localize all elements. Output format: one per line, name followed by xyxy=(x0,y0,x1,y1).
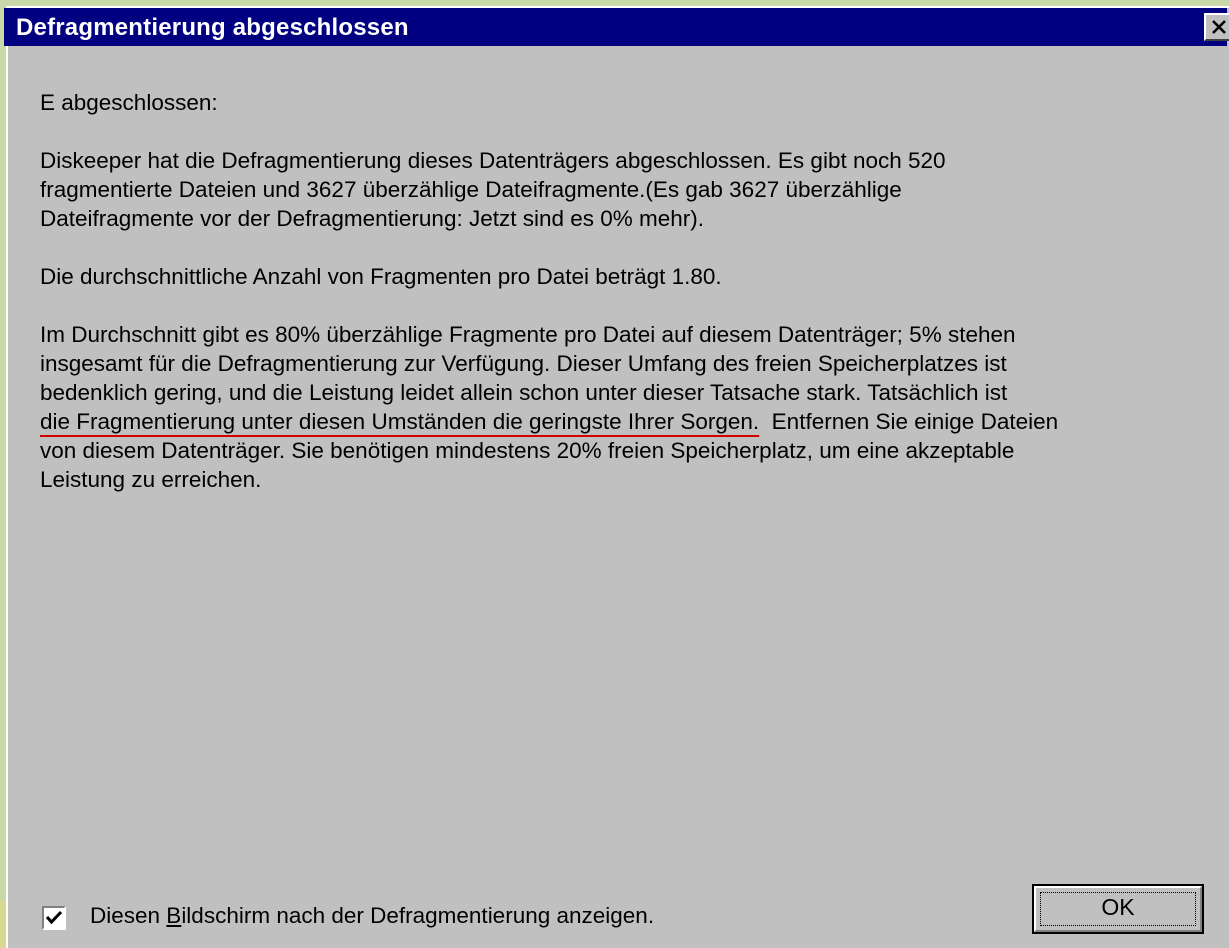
advice-line-4-rest: Entfernen Sie einige Dateien xyxy=(759,409,1059,434)
checkmark-icon xyxy=(45,910,63,925)
title-bar[interactable]: Defragmentierung abgeschlossen xyxy=(4,8,1229,46)
average-fragments-line: Die durchschnittliche Anzahl von Fragmen… xyxy=(40,264,722,289)
summary-line-2: fragmentierte Dateien und 3627 überzähli… xyxy=(40,177,902,202)
label-prefix: Diesen xyxy=(90,903,167,928)
advice-line-4: die Fragmentierung unter diesen Umstände… xyxy=(40,407,1220,436)
advice-line-3: bedenklich gering, und die Leistung leid… xyxy=(40,380,1008,405)
close-icon xyxy=(1212,20,1226,34)
advice-line-1: Im Durchschnitt gibt es 80% überzählige … xyxy=(40,322,1016,347)
ok-button[interactable]: OK xyxy=(1032,884,1204,934)
show-screen-checkbox[interactable] xyxy=(42,906,66,930)
window-title: Defragmentierung abgeschlossen xyxy=(16,14,409,41)
close-button[interactable] xyxy=(1204,13,1229,41)
summary-line-3: Dateifragmente vor der Defragmentierung:… xyxy=(40,206,705,231)
message-body: E abgeschlossen: Diskeeper hat die Defra… xyxy=(40,88,1220,494)
advice-line-6: Leistung zu erreichen. xyxy=(40,467,262,492)
advice-line-2: insgesamt für die Defragmentierung zur V… xyxy=(40,351,1007,376)
highlighted-sentence: die Fragmentierung unter diesen Umstände… xyxy=(40,409,760,434)
drive-status-line: E abgeschlossen: xyxy=(40,90,218,115)
show-screen-label[interactable]: Diesen Bildschirm nach der Defragmentier… xyxy=(90,903,654,929)
label-suffix: ildschirm nach der Defragmentierung anze… xyxy=(181,903,655,928)
advice-line-5: von diesem Datenträger. Sie benötigen mi… xyxy=(40,438,1015,463)
ok-button-label: OK xyxy=(1101,894,1135,920)
label-mnemonic: B xyxy=(166,903,182,928)
summary-line-1: Diskeeper hat die Defragmentierung diese… xyxy=(40,148,946,173)
